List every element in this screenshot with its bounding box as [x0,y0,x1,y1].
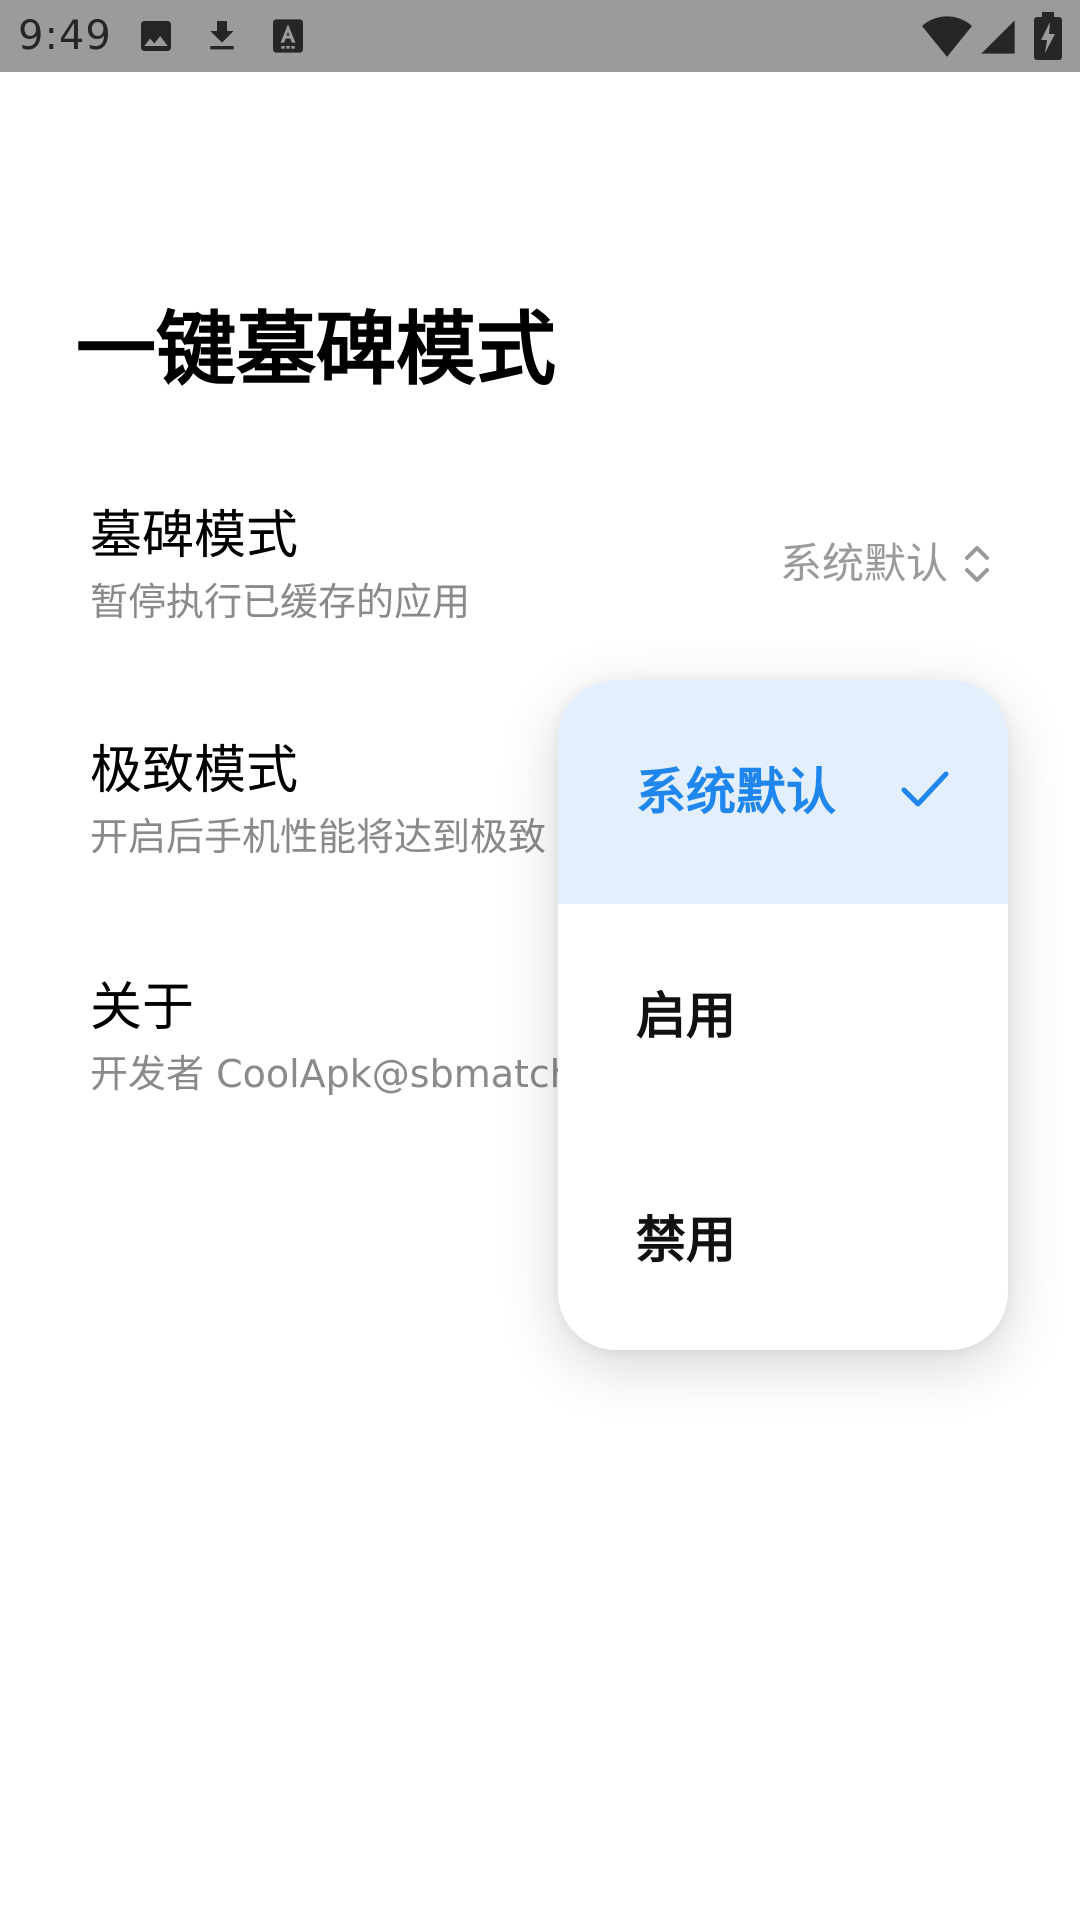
screen: 9:49 一键墓碑模式 墓碑模式 暂停执行已缓存的应用 系统默认 极致模式 开启… [0,0,1080,1920]
wifi-icon [922,14,972,58]
status-bar: 9:49 [0,0,1080,72]
setting-value: 系统默认 [779,539,948,588]
setting-row-tombstone-mode[interactable]: 墓碑模式 暂停执行已缓存的应用 系统默认 [0,480,1080,680]
dropdown-option-label: 启用 [636,987,736,1045]
dropdown-menu: 系统默认 启用 禁用 [558,680,1008,1350]
setting-title: 极致模式 [90,741,299,801]
dropdown-option-enable[interactable]: 启用 [558,904,1008,1128]
a-font-icon [268,16,308,56]
check-icon [901,771,949,807]
signal-icon [978,16,1018,58]
setting-subtitle: 开启后手机性能将达到极致 [90,815,547,859]
page-title: 一键墓碑模式 [76,303,556,396]
setting-subtitle: 开发者 CoolApk@sbmatch [90,1052,574,1096]
status-time: 9:49 [18,13,112,59]
dropdown-option-label: 禁用 [636,1211,736,1269]
download-icon [202,16,242,56]
setting-title: 墓碑模式 [90,506,299,566]
setting-subtitle: 暂停执行已缓存的应用 [90,580,471,624]
dropdown-option-system-default[interactable]: 系统默认 [558,680,1008,904]
setting-value-selector[interactable]: 系统默认 [780,536,992,592]
dropdown-option-disable[interactable]: 禁用 [558,1128,1008,1350]
chevron-up-down-icon [965,546,989,582]
image-icon [136,16,176,56]
setting-title: 关于 [90,978,195,1038]
dropdown-option-label: 系统默认 [636,763,836,821]
battery-charging-icon [1034,12,1062,60]
